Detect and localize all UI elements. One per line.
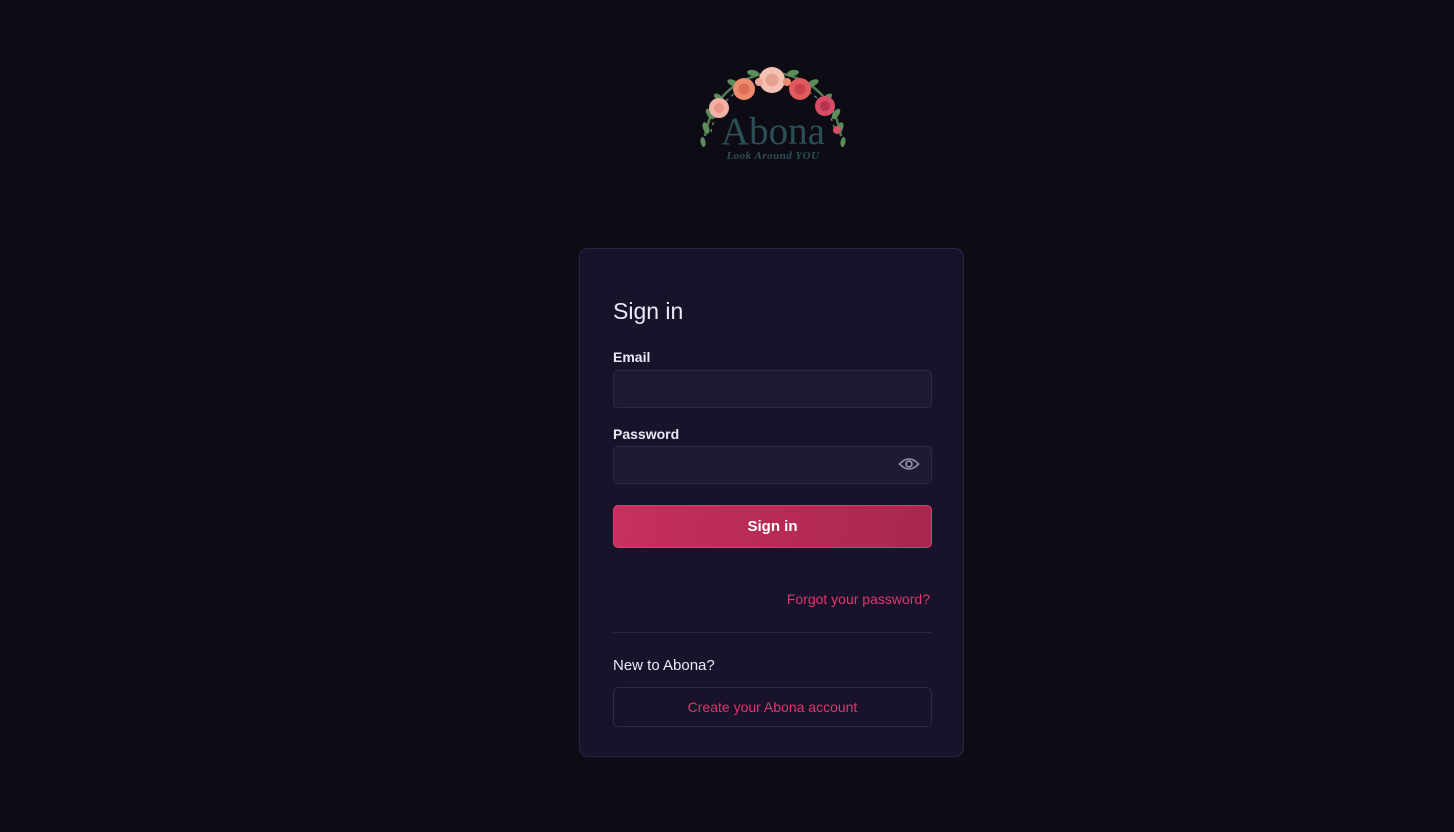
- eye-icon[interactable]: [898, 456, 920, 472]
- signin-page: Abona Look Around YOU Sign in Email Pass…: [0, 0, 1454, 832]
- email-label: Email: [613, 349, 651, 365]
- sign-in-button[interactable]: Sign in: [613, 505, 932, 548]
- create-account-button[interactable]: Create your Abona account: [613, 687, 932, 727]
- divider: [613, 632, 932, 633]
- abona-logo: Abona Look Around YOU: [697, 58, 849, 168]
- forgot-password-link[interactable]: Forgot your password?: [787, 591, 930, 607]
- password-field[interactable]: [613, 446, 932, 484]
- password-label: Password: [613, 426, 680, 442]
- logo-wordmark: Abona: [721, 110, 825, 153]
- new-account-prompt: New to Abona?: [613, 657, 715, 674]
- email-field[interactable]: [613, 370, 932, 408]
- signin-card: Sign in Email Password Sign in Forgot yo…: [579, 248, 964, 757]
- logo-tagline: Look Around YOU: [726, 150, 820, 162]
- signin-title: Sign in: [613, 298, 684, 324]
